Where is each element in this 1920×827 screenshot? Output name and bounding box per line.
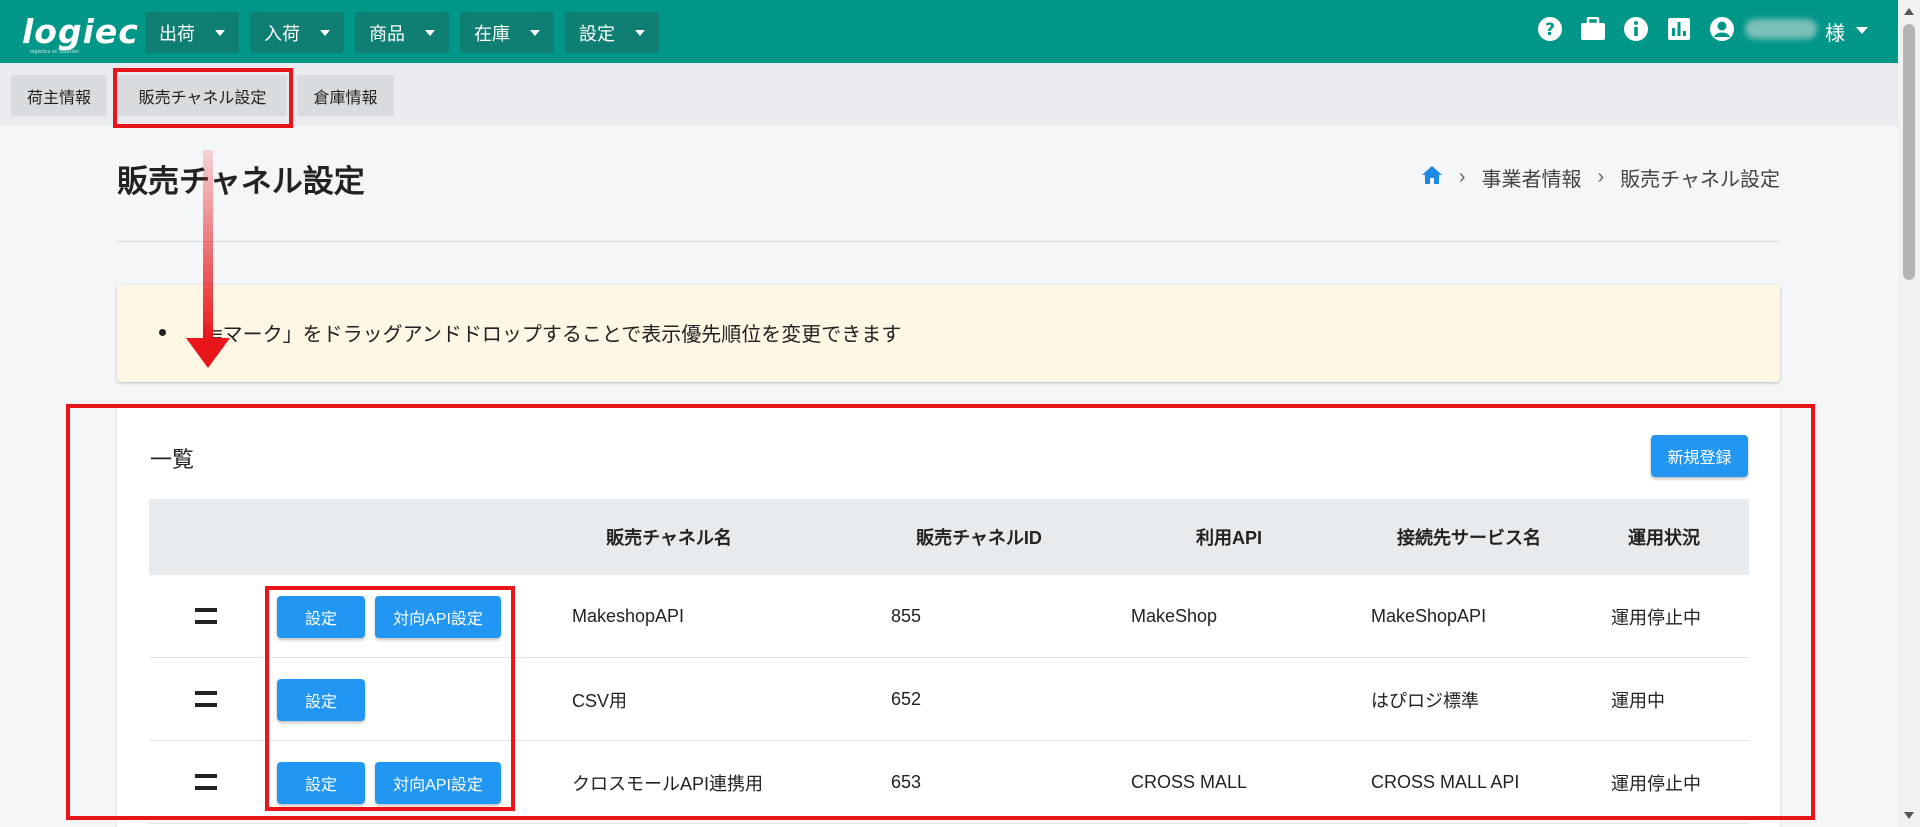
breadcrumb-business-info[interactable]: 事業者情報 [1482,163,1582,192]
tab-warehouse-info[interactable]: 倉庫情報 [297,75,394,116]
top-navbar: logiec logistics ec solution 出荷 入荷 商品 在庫 … [0,0,1898,63]
svg-text:?: ? [1545,20,1555,40]
caret-down-icon [530,29,540,36]
help-icon[interactable]: ? [1536,15,1563,42]
home-icon[interactable] [1421,165,1443,191]
notice-box: 「≡マーク」をドラッグアンドドロップすることで表示優先順位を変更できます [117,285,1780,382]
chevron-right-icon: › [1597,166,1605,188]
scroll-up-icon[interactable] [1904,8,1914,15]
scroll-down-icon[interactable] [1904,812,1914,819]
notice-item: 「≡マーク」をドラッグアンドドロップすることで表示優先順位を変更できます [159,318,901,347]
nav-menu-settings[interactable]: 設定 [565,12,659,53]
annotation-arrow [203,150,213,340]
scrollbar-thumb[interactable] [1903,24,1915,280]
logiec-logo[interactable]: logiec logistics ec solution [22,12,139,55]
nav-menu-shipping[interactable]: 出荷 [145,12,239,53]
bullet-icon [159,329,166,336]
briefcase-icon[interactable] [1579,15,1606,42]
nav-menu-inventory[interactable]: 在庫 [460,12,554,53]
info-icon[interactable] [1622,15,1649,42]
user-menu[interactable]: 様 [1825,17,1845,46]
vertical-scrollbar[interactable] [1898,0,1920,827]
nav-menu-products[interactable]: 商品 [355,12,449,53]
breadcrumb: › 事業者情報 › 販売チャネル設定 [1421,163,1780,192]
tab-shipper-info[interactable]: 荷主情報 [11,75,107,116]
caret-down-icon [425,29,435,36]
chart-icon[interactable] [1665,15,1692,42]
account-icon[interactable] [1708,15,1735,42]
caret-down-icon [320,29,330,36]
nav-menu-receiving[interactable]: 入荷 [250,12,344,53]
caret-down-icon [635,29,645,36]
page-title: 販売チャネル設定 [117,164,365,199]
user-menu-caret-icon[interactable] [1856,27,1868,34]
user-name-redacted [1745,19,1817,39]
divider [117,241,1780,242]
annotation-arrow-head [186,338,230,368]
chevron-right-icon: › [1458,166,1466,188]
annotation-highlight-buttons [265,586,515,811]
annotation-highlight-tab [113,68,293,128]
caret-down-icon [215,29,225,36]
breadcrumb-current: 販売チャネル設定 [1620,169,1780,191]
notice-text: 「≡マーク」をドラッグアンドドロップすることで表示優先順位を変更できます [191,324,902,346]
